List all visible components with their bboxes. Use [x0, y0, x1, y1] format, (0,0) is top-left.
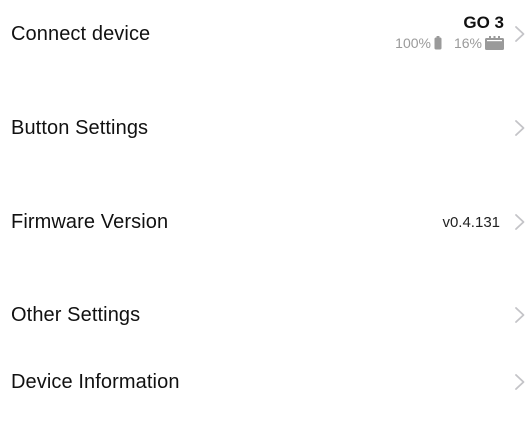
chevron-right-icon [514, 119, 526, 137]
button-settings-row[interactable]: Button Settings [0, 83, 531, 173]
connect-device-row[interactable]: Connect device GO 3 100% 16% [0, 0, 531, 79]
device-name: GO 3 [463, 13, 504, 32]
device-status-line: 100% 16% [395, 35, 504, 51]
device-status: GO 3 100% 16% [395, 13, 504, 51]
sd-card-icon [485, 36, 504, 50]
firmware-version-value: v0.4.131 [442, 213, 500, 231]
settings-list: Connect device GO 3 100% 16% Button Sett… [0, 0, 531, 421]
device-information-label: Device Information [11, 371, 180, 393]
connect-device-label: Connect device [11, 23, 151, 45]
chevron-right-icon [514, 373, 526, 391]
battery-icon [434, 36, 442, 50]
chevron-right-icon [514, 25, 526, 43]
firmware-version-label: Firmware Version [11, 211, 169, 233]
storage-percent: 16% [453, 35, 482, 51]
button-settings-label: Button Settings [11, 117, 149, 139]
firmware-version-row[interactable]: Firmware Version v0.4.131 [0, 177, 531, 267]
chevron-right-icon [514, 213, 526, 231]
other-settings-label: Other Settings [11, 304, 141, 326]
device-information-row[interactable]: Device Information [0, 337, 531, 427]
chevron-right-icon [514, 306, 526, 324]
battery-percent: 100% [395, 35, 431, 51]
